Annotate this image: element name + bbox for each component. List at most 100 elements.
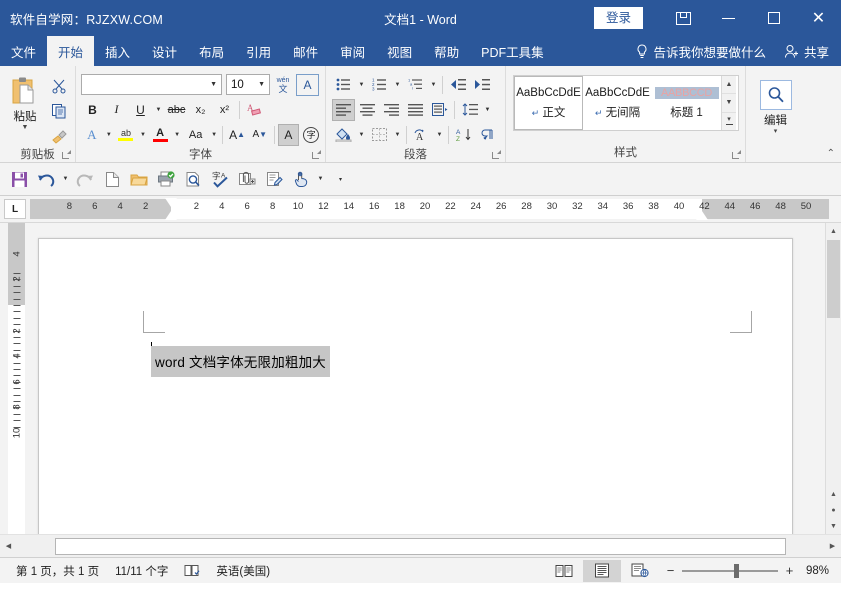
increase-indent-button[interactable] <box>470 74 493 96</box>
text-effects-caret[interactable]: ▼ <box>104 124 114 146</box>
scroll-up-button[interactable]: ▲ <box>826 223 841 239</box>
language-status[interactable]: 英语(美国) <box>208 563 278 579</box>
shrink-font-button[interactable]: A▼ <box>249 124 271 146</box>
line-spacing-button[interactable] <box>458 99 481 121</box>
asian-layout-caret[interactable]: ▼ <box>434 124 445 146</box>
edit-document-icon[interactable] <box>261 167 287 192</box>
sign-in-button[interactable]: 登录 <box>594 7 643 29</box>
document-canvas[interactable]: word 文档字体无限加粗加大 <box>30 223 825 534</box>
show-marks-button[interactable] <box>476 124 499 146</box>
style-item-no-spacing[interactable]: AaBbCcDdE ↵ 无间隔 <box>583 76 652 130</box>
paragraph-dialog-launcher[interactable] <box>490 150 501 161</box>
paste-dropdown-caret[interactable]: ▼ <box>22 124 29 131</box>
numbering-button[interactable]: 1 2 3 <box>368 74 391 96</box>
copy-button[interactable] <box>47 99 71 122</box>
document-paragraph[interactable]: word 文档字体无限加粗加大 <box>151 346 330 377</box>
minimize-icon[interactable] <box>706 0 751 36</box>
clipboard-dialog-launcher[interactable] <box>60 150 71 161</box>
spelling-check-icon[interactable]: 字 A <box>207 167 233 192</box>
shading-button[interactable] <box>332 124 355 146</box>
maximize-icon[interactable] <box>751 0 796 36</box>
customize-quick-access-toolbar-icon[interactable]: ▾ <box>335 167 346 192</box>
align-right-button[interactable] <box>380 99 403 121</box>
align-center-button[interactable] <box>356 99 379 121</box>
print-preview-icon[interactable] <box>180 167 206 192</box>
borders-button[interactable] <box>368 124 391 146</box>
underline-button[interactable]: U <box>129 99 152 121</box>
right-indent-marker[interactable] <box>696 211 708 220</box>
chevron-down-icon[interactable]: ▼ <box>208 81 219 88</box>
justify-button[interactable] <box>404 99 427 121</box>
multilevel-list-button[interactable]: 1 a i <box>404 74 427 96</box>
line-spacing-caret[interactable]: ▼ <box>482 99 493 121</box>
vertical-scrollbar[interactable]: ▲ ▲ ● ▼ <box>825 223 841 534</box>
align-left-button[interactable] <box>332 99 355 121</box>
font-color-caret[interactable]: ▼ <box>172 124 182 146</box>
bold-button[interactable]: B <box>81 99 104 121</box>
tab-insert[interactable]: 插入 <box>94 36 141 66</box>
highlight-caret[interactable]: ▼ <box>138 124 148 146</box>
asian-layout-button[interactable]: A <box>410 124 433 146</box>
text-highlight-button[interactable]: ab <box>115 124 137 146</box>
horizontal-scroll-track[interactable] <box>17 538 824 555</box>
tab-home[interactable]: 开始 <box>47 36 94 66</box>
vertical-ruler[interactable]: 42246810 <box>0 223 30 534</box>
next-page-button[interactable]: ▼ <box>826 518 841 534</box>
styles-dialog-launcher[interactable] <box>730 150 741 161</box>
undo-dropdown-caret[interactable]: ▼ <box>60 167 71 192</box>
tab-references[interactable]: 引用 <box>235 36 282 66</box>
scroll-left-button[interactable]: ◀ <box>0 538 17 555</box>
decrease-indent-button[interactable] <box>446 74 469 96</box>
scroll-right-button[interactable]: ▶ <box>824 538 841 555</box>
style-item-heading-1[interactable]: AABBCCD 标题 1 <box>652 76 721 130</box>
chevron-down-icon[interactable]: ▼ <box>256 81 267 88</box>
font-size-input[interactable]: 10 ▼ <box>226 74 270 95</box>
zoom-out-button[interactable]: − <box>665 563 676 578</box>
shading-caret[interactable]: ▼ <box>356 124 367 146</box>
tab-pdf-tools[interactable]: PDF工具集 <box>470 36 555 66</box>
character-border-button[interactable]: 字 <box>300 124 322 146</box>
text-effects-button[interactable]: A <box>81 124 103 146</box>
italic-button[interactable]: I <box>105 99 128 121</box>
phonetic-guide-button[interactable]: wén 文 <box>271 74 295 96</box>
tab-review[interactable]: 审阅 <box>329 36 376 66</box>
underline-dropdown-caret[interactable]: ▼ <box>153 99 164 121</box>
paste-button[interactable]: 粘贴 ▼ <box>4 71 46 132</box>
zoom-in-button[interactable]: + <box>784 563 795 578</box>
document-page[interactable]: word 文档字体无限加粗加大 <box>38 238 793 534</box>
font-color-button[interactable]: A <box>149 124 171 146</box>
bullets-caret[interactable]: ▼ <box>356 74 367 96</box>
open-folder-icon[interactable] <box>126 167 152 192</box>
subscript-button[interactable]: x₂ <box>189 99 212 121</box>
horizontal-ruler[interactable]: 8642246810121416182022242628303234363840… <box>30 199 829 219</box>
page-number-status[interactable]: 第 1 页，共 1 页 <box>8 563 107 579</box>
proofing-errors-icon[interactable] <box>176 564 208 577</box>
horizontal-scrollbar[interactable]: ◀ ▶ <box>0 534 841 557</box>
ribbon-display-options-icon[interactable] <box>661 0 706 36</box>
save-icon[interactable] <box>6 167 32 192</box>
editing-button[interactable]: 编辑 ▾ <box>756 75 796 136</box>
change-case-caret[interactable]: ▼ <box>209 124 219 146</box>
redo-icon[interactable] <box>72 167 98 192</box>
read-mode-view-button[interactable] <box>545 560 583 582</box>
print-layout-view-button[interactable] <box>583 560 621 582</box>
style-scroll-up-button[interactable]: ▲ <box>722 76 736 93</box>
new-document-icon[interactable] <box>99 167 125 192</box>
close-icon[interactable]: ✕ <box>796 0 841 36</box>
change-case-button[interactable]: Aa <box>183 124 208 146</box>
format-painter-button[interactable] <box>47 124 71 147</box>
borders-caret[interactable]: ▼ <box>392 124 403 146</box>
undo-icon[interactable] <box>33 167 59 192</box>
character-shading-button[interactable]: A <box>278 124 300 146</box>
tab-view[interactable]: 视图 <box>376 36 423 66</box>
web-layout-view-button[interactable] <box>621 560 659 582</box>
share-button[interactable]: 共享 <box>776 36 841 66</box>
grow-font-button[interactable]: A▲ <box>226 124 248 146</box>
tab-design[interactable]: 设计 <box>141 36 188 66</box>
superscript-button[interactable]: x² <box>213 99 236 121</box>
zoom-level-label[interactable]: 98% <box>803 565 835 577</box>
style-gallery-more-button[interactable]: ▾ <box>722 112 736 130</box>
font-name-input[interactable]: ▼ <box>81 74 222 95</box>
hanging-indent-marker[interactable] <box>165 211 177 220</box>
style-scroll-down-button[interactable]: ▼ <box>722 93 736 111</box>
